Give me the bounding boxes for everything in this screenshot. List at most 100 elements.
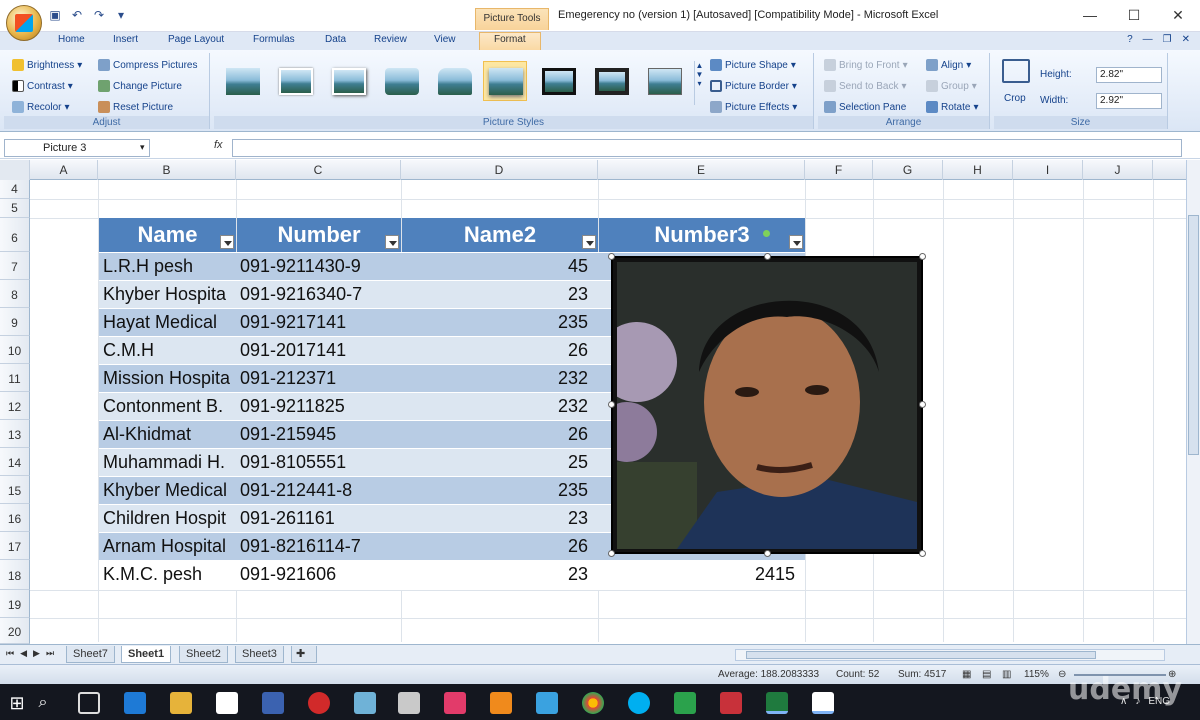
table-cell[interactable]: Children Hospit bbox=[99, 504, 230, 532]
table-cell[interactable]: 235 bbox=[402, 308, 592, 336]
table-cell[interactable]: 091-215945 bbox=[237, 420, 395, 448]
rotate-handle[interactable] bbox=[763, 230, 770, 237]
change-picture-button[interactable]: Change Picture bbox=[98, 80, 182, 92]
column-header-j[interactable]: J bbox=[1083, 160, 1153, 180]
vlc-icon[interactable] bbox=[490, 692, 512, 714]
column-header-d[interactable]: D bbox=[401, 160, 598, 180]
picture-style-2[interactable] bbox=[273, 61, 317, 101]
maximize-button[interactable]: ☐ bbox=[1112, 0, 1156, 30]
search-icon[interactable]: ⌕ bbox=[32, 692, 54, 714]
column-header-i[interactable]: I bbox=[1013, 160, 1083, 180]
picture-style-8[interactable] bbox=[589, 61, 633, 101]
table-cell[interactable]: 23 bbox=[402, 504, 592, 532]
rotate-button[interactable]: Rotate ▾ bbox=[926, 101, 979, 113]
align-button[interactable]: Align ▾ bbox=[926, 59, 971, 71]
page-break-view-icon[interactable]: ▥ bbox=[1002, 669, 1011, 680]
group-button[interactable]: Group ▾ bbox=[926, 80, 977, 92]
formula-input[interactable] bbox=[232, 139, 1182, 157]
row-header[interactable]: 5 bbox=[0, 199, 30, 218]
file-explorer-icon[interactable] bbox=[170, 692, 192, 714]
insert-sheet-icon[interactable]: ✚ bbox=[291, 646, 317, 663]
picture-style-9[interactable] bbox=[642, 61, 686, 101]
table-cell[interactable]: 26 bbox=[402, 336, 592, 364]
table-cell[interactable]: 091-212371 bbox=[237, 364, 395, 392]
row-header[interactable]: 4 bbox=[0, 180, 30, 199]
fx-icon[interactable]: fx bbox=[214, 139, 223, 151]
row-header[interactable]: 14 bbox=[0, 448, 30, 476]
resize-handle[interactable] bbox=[608, 550, 615, 557]
customize-qat-icon[interactable]: ▾ bbox=[114, 8, 128, 22]
bring-to-front-button[interactable]: Bring to Front ▾ bbox=[824, 59, 908, 71]
row-header[interactable]: 11 bbox=[0, 364, 30, 392]
close-button[interactable]: ✕ bbox=[1156, 0, 1200, 30]
undo-icon[interactable]: ↶ bbox=[70, 8, 84, 22]
app-window-icon[interactable] bbox=[812, 692, 834, 714]
zoom-level[interactable]: 115% bbox=[1024, 669, 1049, 680]
redo-icon[interactable]: ↷ bbox=[92, 8, 106, 22]
tools-icon[interactable] bbox=[398, 692, 420, 714]
row-header[interactable]: 17 bbox=[0, 532, 30, 560]
select-all-corner[interactable] bbox=[0, 160, 30, 180]
sheet-tab-sheet1[interactable]: Sheet1 bbox=[121, 646, 172, 663]
row-header[interactable]: 13 bbox=[0, 420, 30, 448]
picture-shape-button[interactable]: Picture Shape ▾ bbox=[710, 59, 796, 71]
height-field[interactable]: 2.82" bbox=[1096, 67, 1162, 83]
row-header[interactable]: 18 bbox=[0, 560, 30, 590]
picture-style-3[interactable] bbox=[326, 61, 370, 101]
table-cell[interactable]: 23 bbox=[402, 280, 592, 308]
table-cell[interactable]: Muhammadi H. bbox=[99, 448, 230, 476]
table-cell[interactable]: 091-9211430-9 bbox=[237, 252, 395, 280]
width-field[interactable]: 2.92" bbox=[1096, 93, 1162, 109]
table-cell[interactable]: 091-9217141 bbox=[237, 308, 395, 336]
next-sheet-icon[interactable]: ▶ bbox=[33, 648, 40, 659]
table-cell[interactable]: 45 bbox=[402, 252, 592, 280]
resize-handle[interactable] bbox=[764, 550, 771, 557]
row-header[interactable]: 19 bbox=[0, 590, 30, 618]
row-header[interactable]: 7 bbox=[0, 252, 30, 280]
table-cell[interactable]: 091-261161 bbox=[237, 504, 395, 532]
table-cell[interactable]: Arnam Hospital bbox=[99, 532, 230, 560]
tab-data[interactable]: Data bbox=[325, 34, 346, 45]
row-header[interactable]: 9 bbox=[0, 308, 30, 336]
table-cell[interactable]: 091-212441-8 bbox=[237, 476, 395, 504]
workbook-close-icon[interactable]: ✕ bbox=[1182, 34, 1190, 45]
vertical-scroll-thumb[interactable] bbox=[1188, 215, 1199, 455]
photos-icon[interactable] bbox=[536, 692, 558, 714]
table-cell[interactable]: Hayat Medical bbox=[99, 308, 230, 336]
horizontal-scroll-thumb[interactable] bbox=[746, 651, 1096, 659]
send-to-back-button[interactable]: Send to Back ▾ bbox=[824, 80, 907, 92]
table-cell[interactable]: L.R.H pesh bbox=[99, 252, 230, 280]
task-view-icon[interactable] bbox=[78, 692, 100, 714]
table-cell[interactable]: K.M.C. pesh bbox=[99, 560, 230, 590]
column-header-a[interactable]: A bbox=[30, 160, 98, 180]
table-cell[interactable]: 091-8105551 bbox=[237, 448, 395, 476]
contrast-button[interactable]: Contrast ▾ bbox=[12, 80, 73, 92]
column-header-c[interactable]: C bbox=[236, 160, 401, 180]
help-icon[interactable]: ? bbox=[1127, 34, 1133, 45]
resize-handle[interactable] bbox=[608, 401, 615, 408]
ribbon-minimize-icon[interactable]: — bbox=[1143, 34, 1153, 45]
vertical-scrollbar[interactable] bbox=[1186, 160, 1200, 644]
reset-picture-button[interactable]: Reset Picture bbox=[98, 101, 173, 113]
resize-handle[interactable] bbox=[919, 550, 926, 557]
gallery-scroll[interactable]: ▲ ▼ ▾ bbox=[694, 61, 704, 105]
name-box-dropdown-icon[interactable]: ▾ bbox=[140, 142, 145, 153]
brightness-button[interactable]: Brightness ▾ bbox=[12, 59, 82, 71]
filter-dropdown-icon[interactable] bbox=[220, 235, 234, 249]
table-header-name[interactable]: Name bbox=[99, 218, 236, 252]
table-cell[interactable]: 235 bbox=[402, 476, 592, 504]
selection-pane-button[interactable]: Selection Pane bbox=[824, 101, 906, 113]
chrome-icon[interactable] bbox=[582, 692, 604, 714]
column-header-h[interactable]: H bbox=[943, 160, 1013, 180]
edge-icon[interactable] bbox=[124, 692, 146, 714]
table-cell[interactable]: Contonment B. bbox=[99, 392, 230, 420]
row-header[interactable]: 10 bbox=[0, 336, 30, 364]
column-header-e[interactable]: E bbox=[598, 160, 805, 180]
horizontal-scrollbar[interactable] bbox=[735, 649, 1165, 661]
filter-dropdown-icon[interactable] bbox=[582, 235, 596, 249]
resize-handle[interactable] bbox=[764, 253, 771, 260]
tab-page-layout[interactable]: Page Layout bbox=[168, 34, 224, 45]
word-icon[interactable] bbox=[262, 692, 284, 714]
zoom-out-icon[interactable]: ⊖ bbox=[1058, 669, 1066, 680]
column-header-g[interactable]: G bbox=[873, 160, 943, 180]
